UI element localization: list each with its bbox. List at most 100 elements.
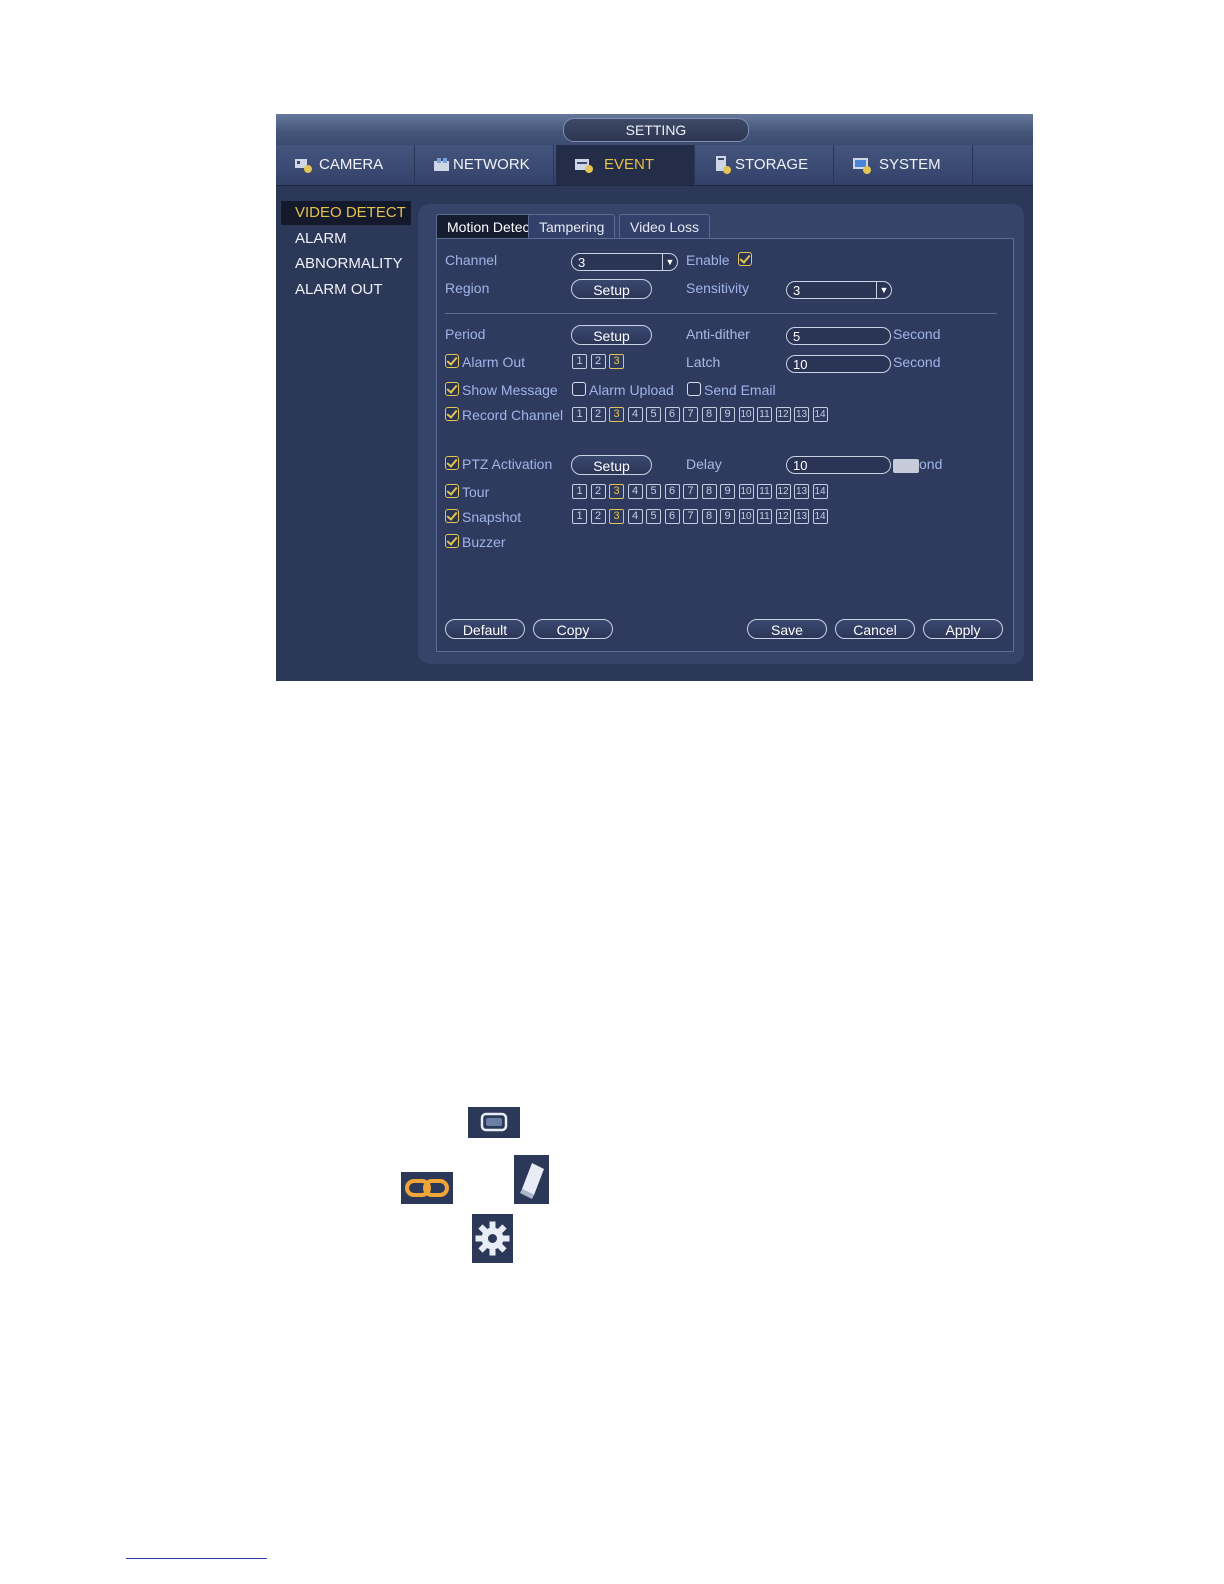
- tour-checkbox[interactable]: [445, 484, 459, 498]
- divider: [445, 313, 997, 314]
- enable-checkbox[interactable]: [738, 252, 752, 266]
- alarm-upload-label: Alarm Upload: [589, 382, 674, 398]
- tour-channel-14[interactable]: 14: [812, 484, 828, 499]
- record-channel-channel-4[interactable]: 4: [627, 407, 643, 422]
- send-email-label: Send Email: [704, 382, 776, 398]
- record-channel-channel-9[interactable]: 9: [720, 407, 735, 422]
- record-channel-channel-12[interactable]: 12: [775, 407, 791, 422]
- tour-channel-2[interactable]: 2: [590, 484, 606, 499]
- tour-channel-4[interactable]: 4: [627, 484, 643, 499]
- sensitivity-select[interactable]: 3 ▼: [786, 281, 892, 299]
- tour-channel-8[interactable]: 8: [701, 484, 717, 499]
- sidebar-item-abnormality[interactable]: ABNORMALITY: [281, 252, 411, 276]
- chevron-down-icon: ▼: [876, 282, 891, 298]
- send-email-checkbox[interactable]: [687, 382, 701, 396]
- snapshot-channel-5[interactable]: 5: [646, 509, 661, 524]
- ptz-setup-button[interactable]: Setup: [571, 455, 652, 475]
- tab-event[interactable]: EVENT: [556, 145, 695, 185]
- ptz-activation-checkbox[interactable]: [445, 456, 459, 470]
- save-button[interactable]: Save: [747, 619, 827, 639]
- latch-unit: Second: [893, 354, 941, 370]
- tab-camera-label: CAMERA: [319, 156, 384, 173]
- channel-value: 3: [578, 255, 586, 270]
- enable-label: Enable: [686, 252, 730, 268]
- channel-label: Channel: [445, 252, 498, 268]
- snapshot-channel-1[interactable]: 1: [572, 509, 587, 524]
- alarm-out-1[interactable]: 1: [572, 354, 587, 369]
- record-channel-checkbox[interactable]: [445, 407, 459, 421]
- tour-channel-10[interactable]: 10: [738, 484, 754, 499]
- antidither-unit: Second: [893, 326, 941, 342]
- alarm-out-checkbox[interactable]: [445, 354, 459, 368]
- tour-channel-13[interactable]: 13: [794, 484, 809, 499]
- tab-tampering[interactable]: Tampering: [528, 214, 616, 238]
- sidebar: VIDEO DETECT ALARM ABNORMALITY ALARM OUT: [276, 186, 416, 681]
- copy-button[interactable]: Copy: [533, 619, 613, 639]
- default-button[interactable]: Default: [445, 619, 525, 639]
- tab-network[interactable]: NETWORK: [415, 145, 554, 185]
- snapshot-channel-11[interactable]: 11: [757, 509, 772, 524]
- alarm-out-3[interactable]: 3: [609, 354, 624, 369]
- record-channel-channel-14[interactable]: 14: [812, 407, 828, 422]
- snapshot-channel-6[interactable]: 6: [664, 509, 680, 524]
- tab-camera[interactable]: CAMERA: [276, 145, 415, 185]
- tab-event-label: EVENT: [604, 156, 655, 173]
- snapshot-checkbox[interactable]: [445, 509, 459, 523]
- snapshot-channel-12[interactable]: 12: [775, 509, 791, 524]
- tour-channel-9[interactable]: 9: [720, 484, 735, 499]
- snapshot-channel-10[interactable]: 10: [738, 509, 754, 524]
- sidebar-item-video-detect[interactable]: VIDEO DETECT: [281, 201, 411, 225]
- sidebar-item-alarm-out[interactable]: ALARM OUT: [281, 278, 411, 302]
- alarm-upload-checkbox[interactable]: [572, 382, 586, 396]
- top-navigation: CAMERA NETWORK EVENT STORAGE SYSTEM: [276, 145, 1033, 186]
- tour-label: Tour: [462, 484, 490, 500]
- tour-channel-12[interactable]: 12: [775, 484, 791, 499]
- tab-video-loss[interactable]: Video Loss: [619, 214, 711, 238]
- period-setup-button[interactable]: Setup: [571, 325, 652, 345]
- record-channel-channel-7[interactable]: 7: [683, 407, 698, 422]
- snapshot-channel-4[interactable]: 4: [627, 509, 643, 524]
- keyboard-icon[interactable]: [893, 459, 919, 473]
- show-message-checkbox[interactable]: [445, 382, 459, 396]
- delay-input[interactable]: 10: [786, 456, 891, 474]
- buzzer-checkbox[interactable]: [445, 534, 459, 548]
- record-channel-channel-6[interactable]: 6: [664, 407, 680, 422]
- record-channel-channel-8[interactable]: 8: [701, 407, 717, 422]
- tour-channel-5[interactable]: 5: [646, 484, 661, 499]
- delay-unit: ond: [919, 456, 943, 472]
- sidebar-item-alarm[interactable]: ALARM: [281, 227, 411, 251]
- cancel-button[interactable]: Cancel: [835, 619, 915, 639]
- eraser-icon: [514, 1155, 549, 1204]
- record-channel-channel-13[interactable]: 13: [794, 407, 809, 422]
- record-channel-label: Record Channel: [462, 407, 564, 423]
- snapshot-channel-2[interactable]: 2: [590, 509, 606, 524]
- record-channel-channel-5[interactable]: 5: [646, 407, 661, 422]
- snapshot-channel-8[interactable]: 8: [701, 509, 717, 524]
- snapshot-channel-3[interactable]: 3: [609, 509, 624, 524]
- tour-channel-1[interactable]: 1: [572, 484, 587, 499]
- record-channel-channel-3[interactable]: 3: [609, 407, 624, 422]
- record-channel-channel-1[interactable]: 1: [572, 407, 587, 422]
- latch-label: Latch: [686, 354, 721, 370]
- snapshot-channel-7[interactable]: 7: [683, 509, 698, 524]
- tour-channel-3[interactable]: 3: [609, 484, 624, 499]
- record-channel-channel-10[interactable]: 10: [738, 407, 754, 422]
- snapshot-channel-9[interactable]: 9: [720, 509, 735, 524]
- record-channel-channel-11[interactable]: 11: [757, 407, 772, 422]
- tab-storage[interactable]: STORAGE: [695, 145, 834, 185]
- tab-system[interactable]: SYSTEM: [834, 145, 973, 185]
- tour-channel-6[interactable]: 6: [664, 484, 680, 499]
- alarm-out-2[interactable]: 2: [590, 354, 606, 369]
- record-channel-channel-2[interactable]: 2: [590, 407, 606, 422]
- tour-channel-11[interactable]: 11: [757, 484, 772, 499]
- latch-input[interactable]: 10: [786, 355, 891, 373]
- region-setup-button[interactable]: Setup: [571, 279, 652, 299]
- snapshot-channel-13[interactable]: 13: [794, 509, 809, 524]
- antidither-input[interactable]: 5: [786, 327, 891, 345]
- snapshot-channel-14[interactable]: 14: [812, 509, 828, 524]
- apply-button[interactable]: Apply: [923, 619, 1003, 639]
- period-label: Period: [445, 326, 486, 342]
- channel-select[interactable]: 3 ▼: [571, 253, 678, 271]
- tab-system-label: SYSTEM: [879, 156, 941, 173]
- tour-channel-7[interactable]: 7: [683, 484, 698, 499]
